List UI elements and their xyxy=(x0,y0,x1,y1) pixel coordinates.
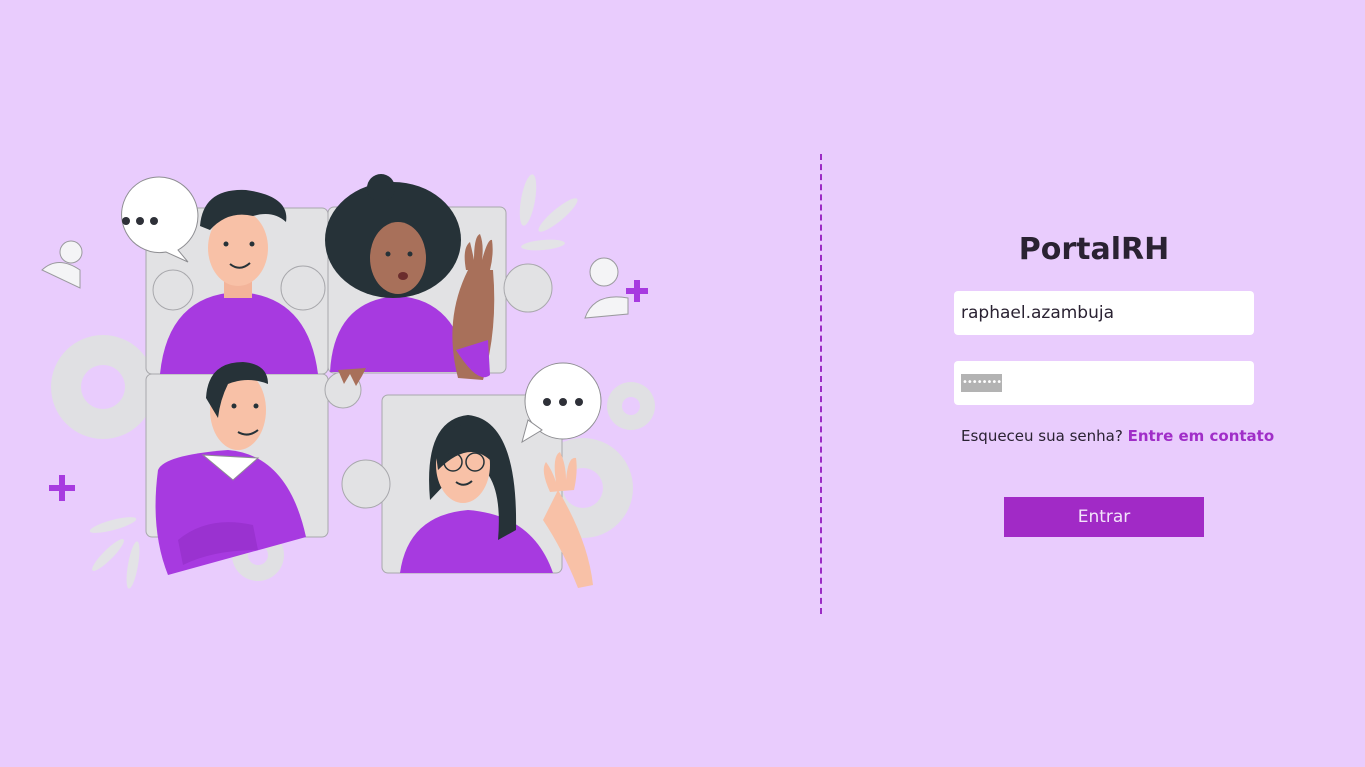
gear-icon xyxy=(51,335,155,439)
submit-button[interactable]: Entrar xyxy=(1004,497,1204,537)
login-page: PortalRH •••••••• Esqueceu sua senha? En… xyxy=(0,0,1365,767)
vertical-divider xyxy=(820,154,822,614)
password-input[interactable]: •••••••• xyxy=(954,361,1254,405)
user-icon xyxy=(584,257,629,319)
team-puzzle-illustration xyxy=(41,174,655,589)
forgot-password-label: Esqueceu sua senha? xyxy=(961,427,1123,445)
app-title: PortalRH xyxy=(1018,232,1170,267)
password-mask: •••••••• xyxy=(961,374,1002,392)
plus-icon xyxy=(626,280,648,302)
person-woman-top-right xyxy=(325,174,495,386)
gear-icon xyxy=(607,382,655,430)
username-input[interactable] xyxy=(954,291,1254,335)
user-icon xyxy=(41,240,83,289)
speech-bubble-icon xyxy=(521,362,602,444)
forgot-password-text: Esqueceu sua senha? Entre em contato xyxy=(961,427,1274,445)
contact-link[interactable]: Entre em contato xyxy=(1128,427,1275,445)
plus-icon xyxy=(49,475,75,501)
